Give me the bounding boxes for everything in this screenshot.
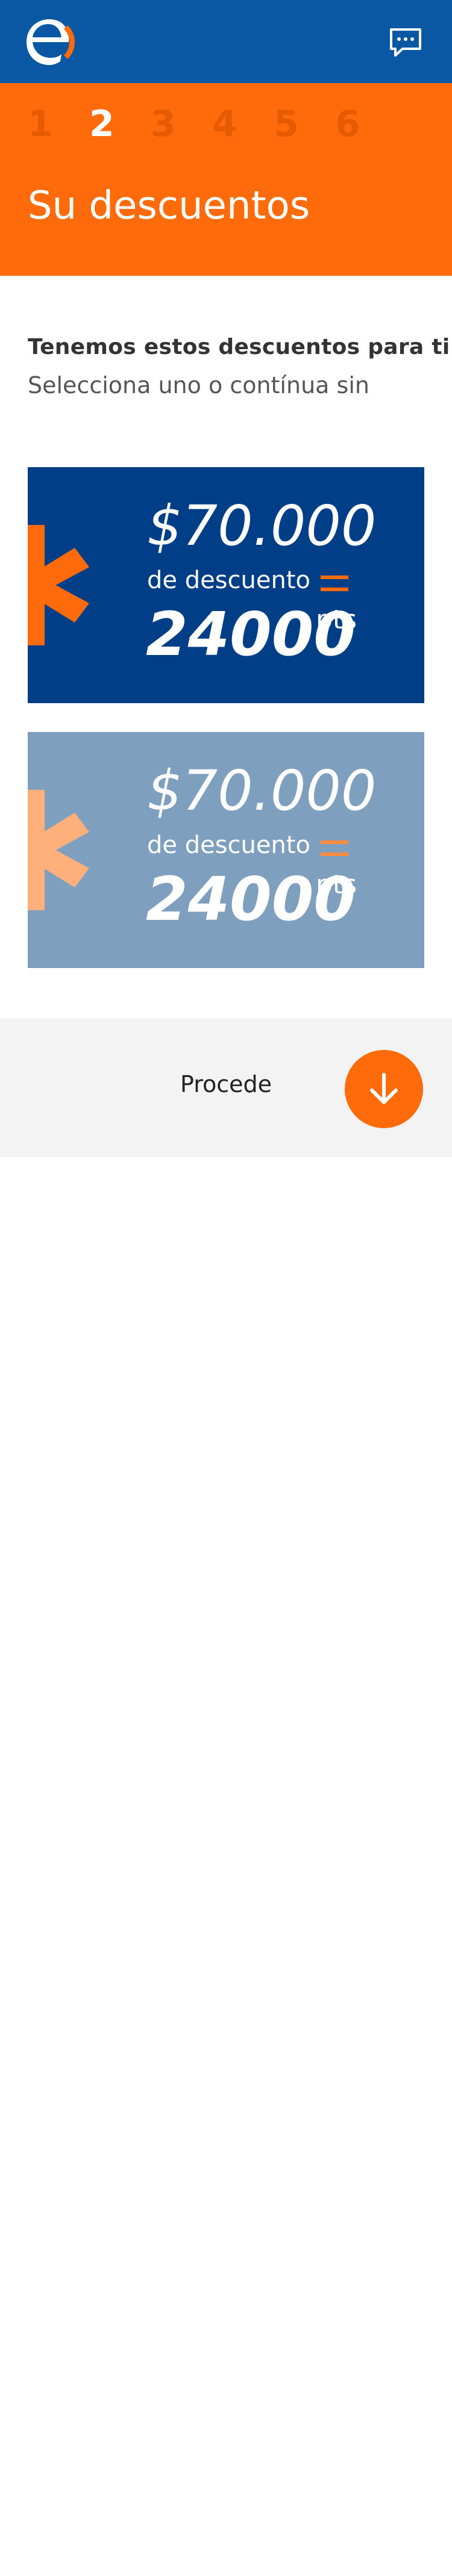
intro-title: Tenemos estos descuentos para ti: [28, 335, 450, 359]
equals-icon: [321, 840, 348, 856]
steps-band: 1 2 3 4 5 6 Su descuentos: [0, 83, 452, 276]
points-unit: pts: [316, 604, 357, 635]
step-5[interactable]: 5: [274, 106, 335, 142]
step-indicator: 1 2 3 4 5 6: [28, 106, 397, 142]
arrow-down-icon: [370, 1073, 398, 1104]
proceed-bar: Procede: [0, 1019, 452, 1157]
enel-logo-icon[interactable]: [24, 16, 78, 67]
step-1[interactable]: 1: [28, 106, 89, 142]
asterisk-icon: [28, 525, 89, 645]
asterisk-icon: [28, 790, 89, 910]
discount-amount: $70.000: [147, 494, 377, 558]
equals-icon: [321, 576, 348, 591]
chat-bubble-icon[interactable]: [388, 26, 423, 59]
proceed-button[interactable]: [345, 1050, 423, 1128]
discount-amount: $70.000: [147, 759, 377, 823]
intro-subtitle: Selecciona uno o contínua sin: [28, 372, 369, 399]
discount-label: de descuento: [147, 831, 311, 859]
points-unit: pts: [316, 869, 357, 900]
step-2-active[interactable]: 2: [89, 106, 151, 142]
step-3[interactable]: 3: [151, 106, 212, 142]
discount-card-1[interactable]: $70.000 de descuento 24000 pts: [28, 467, 424, 703]
page-title: Su descuentos: [28, 184, 310, 228]
app-header: [0, 0, 452, 83]
step-6[interactable]: 6: [335, 106, 397, 142]
discount-label: de descuento: [147, 566, 311, 594]
discount-card-2[interactable]: $70.000 de descuento 24000 pts: [28, 732, 424, 968]
step-4[interactable]: 4: [212, 106, 274, 142]
